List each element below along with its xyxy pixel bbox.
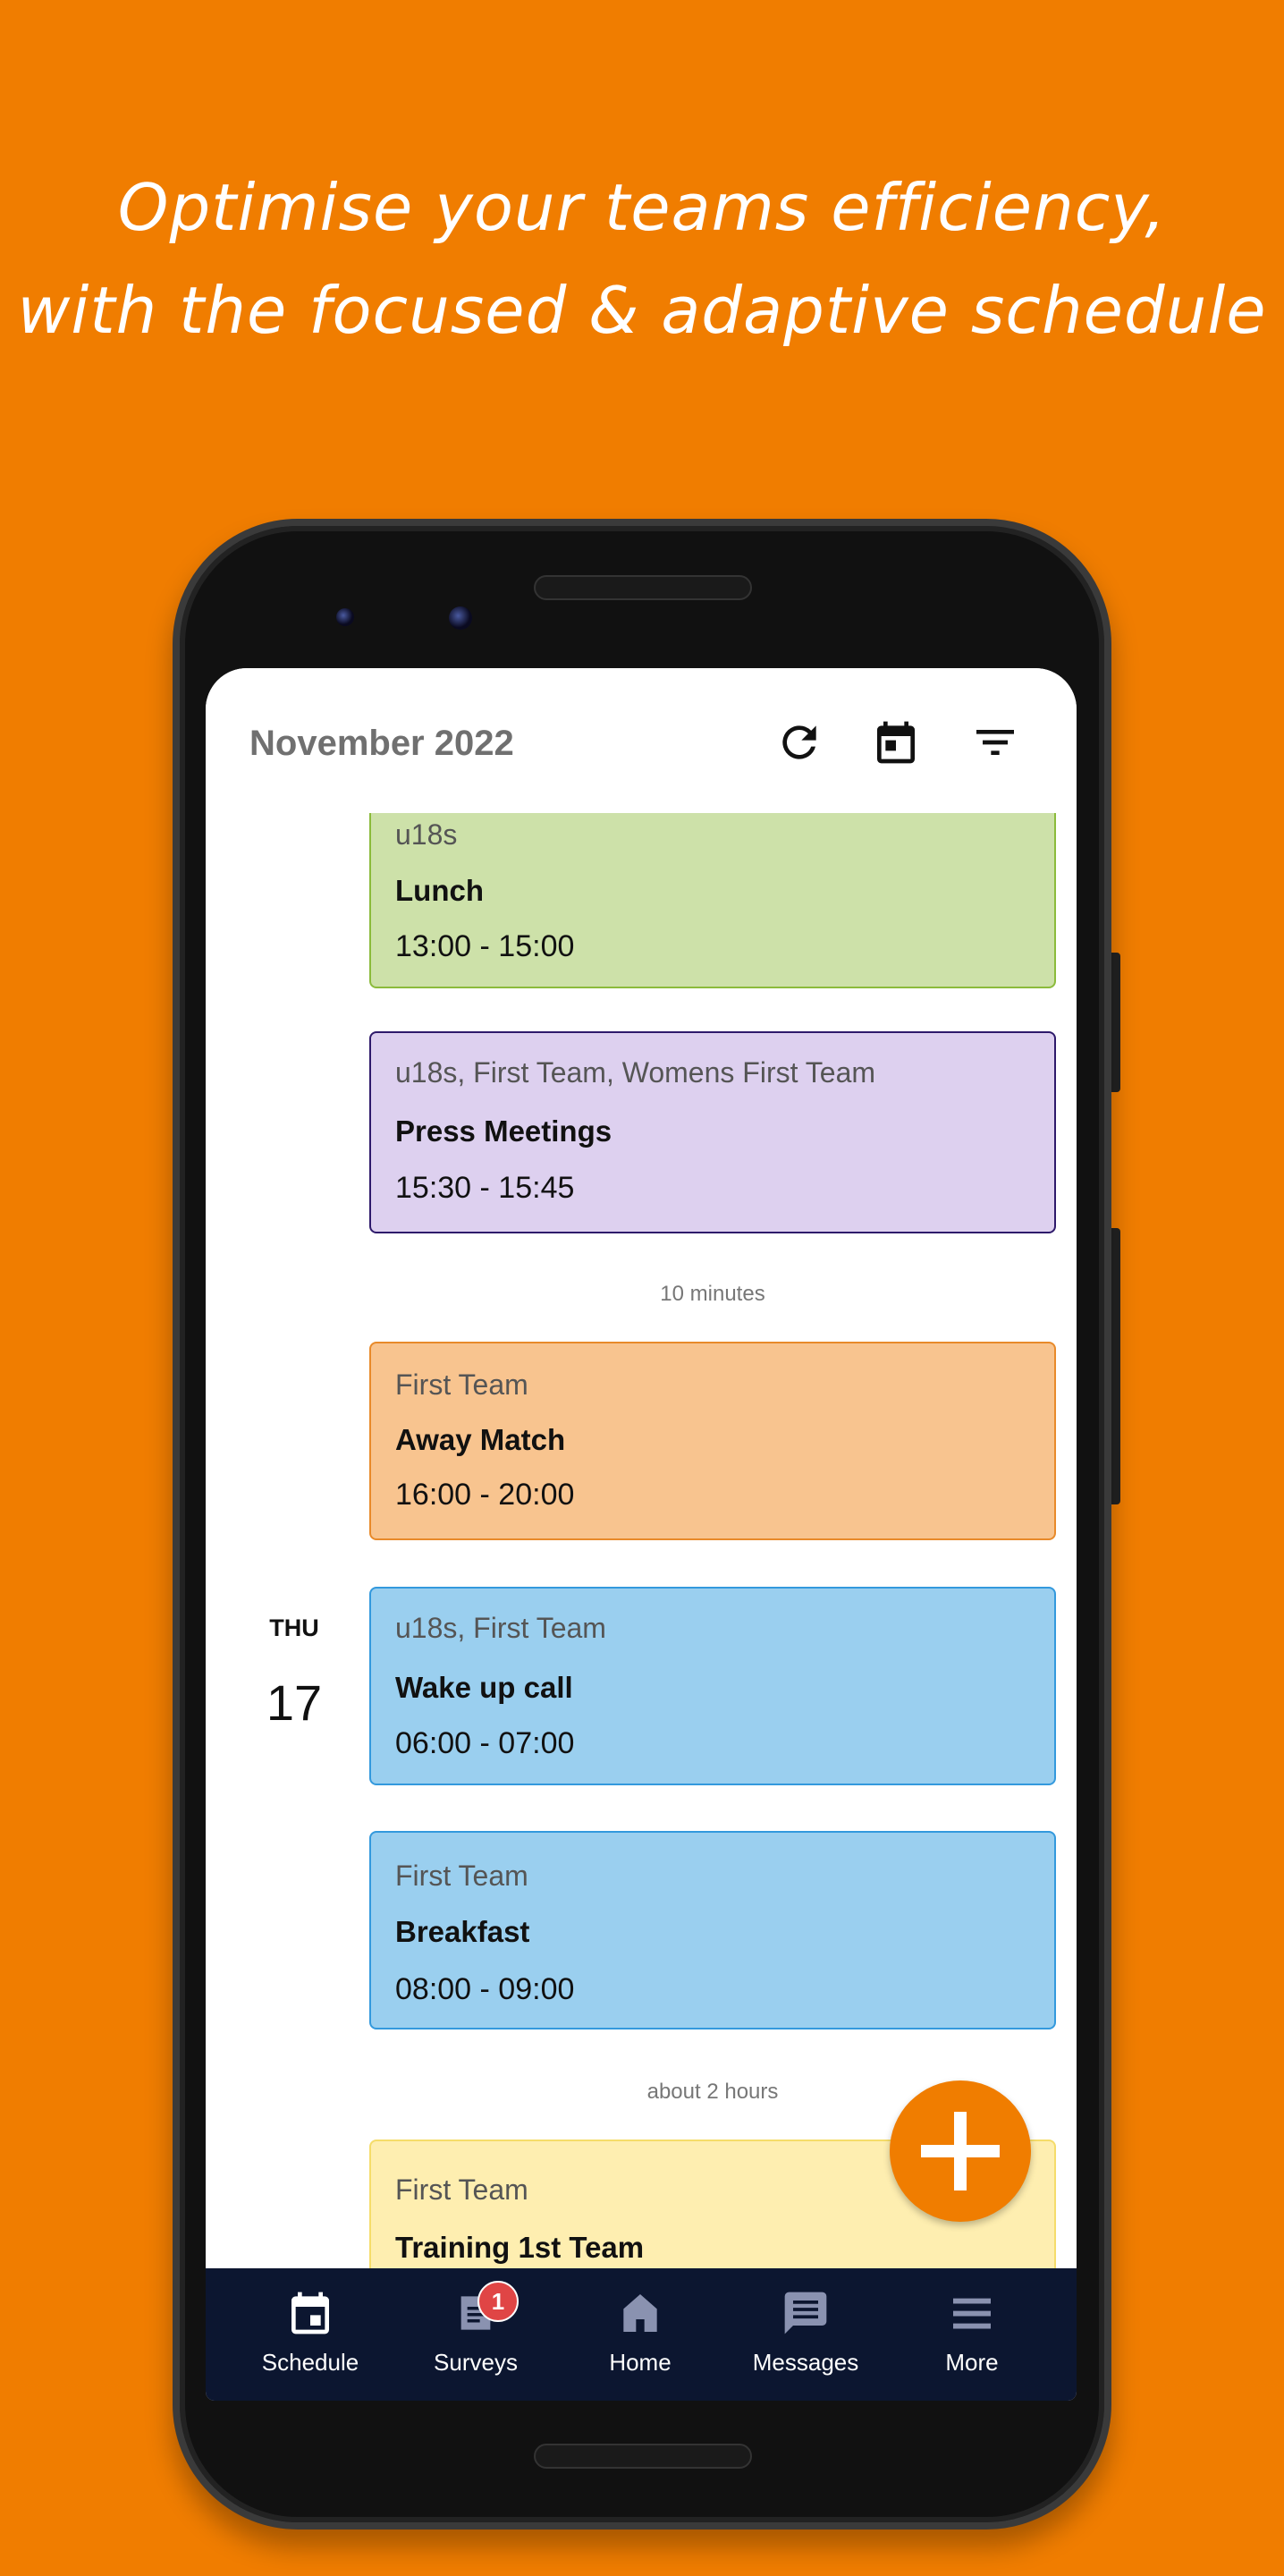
home-icon [623,2294,657,2332]
event-title: Breakfast [395,1915,530,1948]
volume-button [1111,1228,1120,1504]
event-title: Away Match [395,1423,566,1456]
nav-messages[interactable]: Messages [725,2268,886,2401]
add-event-button[interactable] [890,2080,1031,2222]
nav-label: Messages [752,2349,859,2376]
nav-label: Schedule [261,2349,359,2376]
headline-line-1: Optimise your teams efficiency, [117,170,1167,245]
day-weekday: THU [269,1614,319,1641]
nav-label: Surveys [434,2349,518,2376]
day-date: 17 [266,1674,323,1731]
event-card[interactable]: u18s, First Team, Womens First Team Pres… [369,1031,1056,1233]
menu-icon [953,2298,991,2329]
earpiece [534,575,752,600]
bottom-nav: Schedule 1 Surveys Home Messages More [206,2268,1077,2401]
event-teams: u18s [395,818,458,851]
event-time: 06:00 - 07:00 [395,1726,575,1760]
event-time: 16:00 - 20:00 [395,1478,575,1512]
front-camera-icon [336,608,354,626]
nav-home[interactable]: Home [560,2268,721,2401]
nav-schedule[interactable]: Schedule [230,2268,391,2401]
calendar-today-icon[interactable] [871,717,921,767]
bottom-speaker [534,2444,752,2469]
app-header: November 2022 [206,668,1077,813]
event-teams: First Team [395,1368,528,1401]
nav-surveys[interactable]: 1 Surveys [395,2268,556,2401]
event-teams: First Team [395,1860,528,1892]
refresh-icon[interactable] [774,717,824,767]
event-time: 08:00 - 09:00 [395,1972,575,2006]
page-title: November 2022 [249,724,514,763]
message-icon [784,2292,827,2334]
event-time: 15:30 - 15:45 [395,1171,575,1205]
event-card[interactable]: u18s, First Team Wake up call 06:00 - 07… [369,1587,1056,1785]
event-title: Wake up call [395,1671,573,1704]
event-title: Press Meetings [395,1114,612,1148]
filter-icon[interactable] [970,717,1020,767]
notification-badge: 1 [477,2281,519,2322]
calendar-icon [291,2292,329,2334]
front-camera-icon [449,606,472,630]
event-teams: u18s, First Team [395,1612,606,1644]
event-teams: u18s, First Team, Womens First Team [395,1056,876,1089]
event-title: Lunch [395,874,484,907]
headline-line-2: with the focused & adaptive schedule [17,273,1267,348]
event-card[interactable]: First Team Breakfast 08:00 - 09:00 [369,1831,1056,2029]
power-button [1111,953,1120,1092]
app-screen: November 2022 u18s Lunch 13:00 - 15:00 u… [206,668,1077,2401]
event-title: Training 1st Team [395,2231,645,2264]
nav-label: Home [609,2349,672,2376]
gap-label: 10 minutes [660,1282,765,1306]
plus-icon [921,2112,1000,2190]
event-time: 13:00 - 15:00 [395,929,575,963]
event-teams: First Team [395,2174,528,2206]
event-card[interactable]: First Team Away Match 16:00 - 20:00 [369,1342,1056,1540]
nav-label: More [945,2349,999,2376]
nav-more[interactable]: More [891,2268,1052,2401]
